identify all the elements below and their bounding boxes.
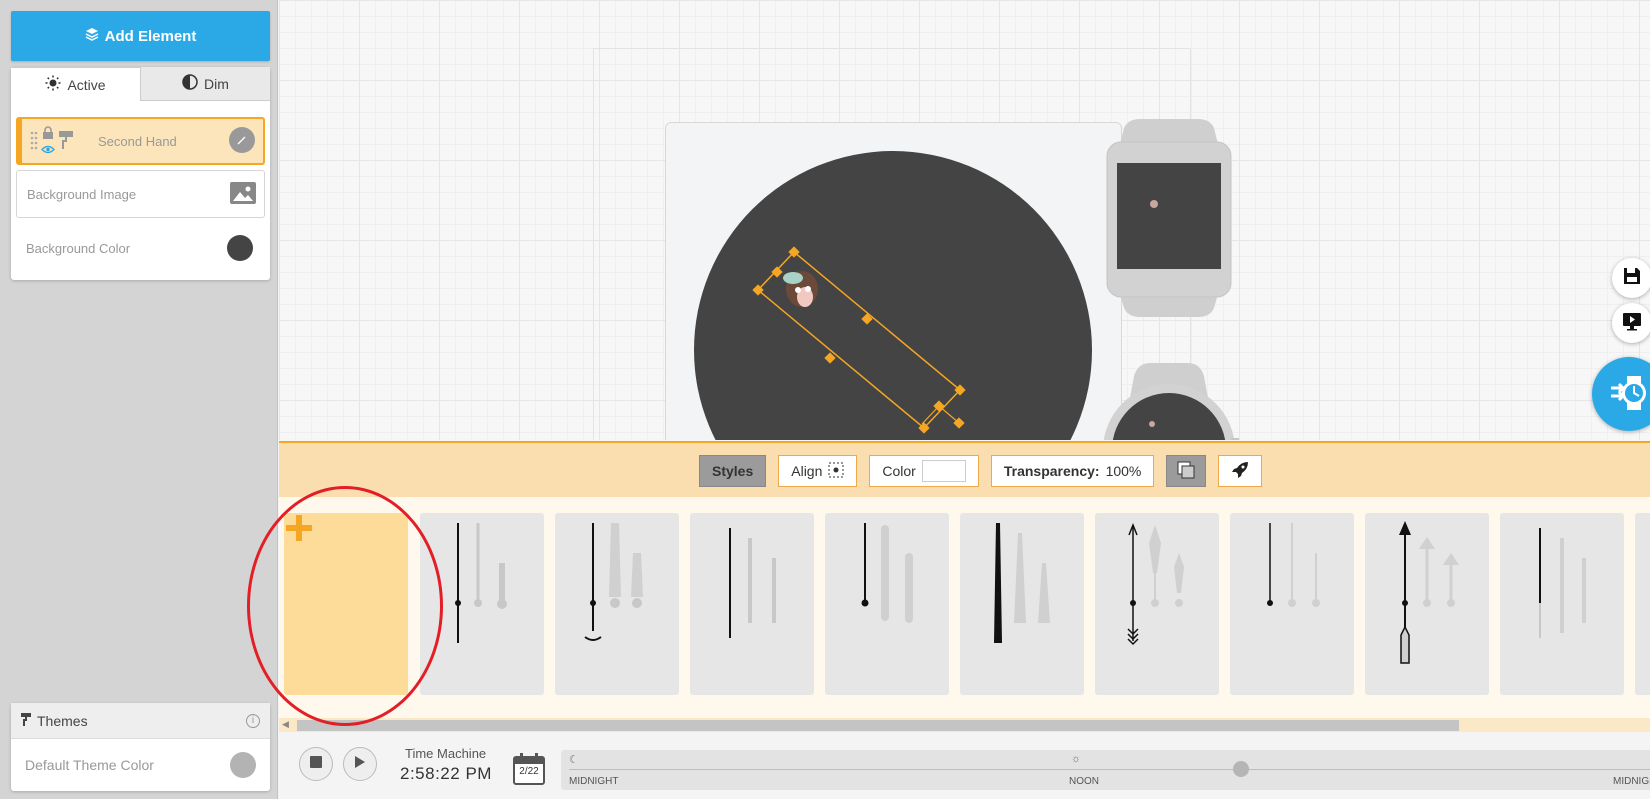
layer-background-image[interactable]: Background Image — [16, 170, 265, 218]
scroll-left-arrow-icon[interactable]: ◀ — [282, 719, 289, 730]
themes-header: Themes i — [11, 703, 270, 739]
current-time: 2:58:22 PM — [400, 764, 492, 783]
paint-roller-icon — [21, 712, 31, 729]
preview-button[interactable] — [1612, 303, 1650, 343]
layer-label: Background Image — [27, 186, 137, 202]
paint-roller-icon[interactable] — [58, 130, 74, 153]
eye-icon[interactable] — [41, 142, 55, 157]
slider-track — [569, 769, 1650, 770]
watch-send-icon — [1607, 370, 1650, 419]
hand-style-option[interactable] — [1230, 513, 1354, 695]
align-center-icon — [828, 462, 844, 481]
left-panel: Add Element Active Dim Second Hand Backg… — [0, 0, 278, 799]
drag-handle-icon[interactable] — [30, 130, 38, 153]
hand-style-option[interactable] — [1635, 513, 1650, 695]
align-button[interactable]: Align — [778, 455, 858, 487]
hand-style-option[interactable] — [420, 513, 544, 695]
sun-icon — [45, 75, 61, 94]
add-element-button[interactable]: Add Element — [11, 11, 270, 61]
default-theme-label: Default Theme Color — [25, 757, 154, 773]
lock-icon[interactable] — [42, 125, 54, 142]
info-icon[interactable]: i — [246, 713, 260, 728]
calendar-date: 2/22 — [519, 766, 539, 777]
mode-tabs: Active Dim — [11, 67, 270, 101]
hand-style-option[interactable] — [555, 513, 679, 695]
noon-label: NOON — [1069, 776, 1099, 787]
hand-style-option[interactable] — [690, 513, 814, 695]
themes-title: Themes — [37, 712, 88, 729]
style-toolbar: Styles Align Color Transparency: 100% — [699, 455, 1263, 487]
round-watch-preview[interactable] — [1094, 362, 1244, 440]
time-slider[interactable]: ☾ ☼ MIDNIGHT NOON MIDNIGHT — [561, 750, 1650, 790]
theme-color-swatch[interactable] — [230, 752, 256, 778]
time-slider-knob[interactable] — [1233, 761, 1249, 777]
color-swatch[interactable] — [921, 460, 966, 482]
image-icon — [230, 181, 256, 207]
time-machine-bar: Time Machine 2:58:22 PM 2/22 ☾ ☼ MIDNIGH… — [279, 732, 1650, 799]
hand-style-option[interactable] — [1365, 513, 1489, 695]
styles-button[interactable]: Styles — [699, 455, 767, 487]
resize-handles[interactable] — [752, 246, 966, 434]
transparency-value: 100% — [1105, 463, 1142, 479]
styles-label: Styles — [712, 463, 754, 479]
add-element-label: Add Element — [104, 27, 197, 45]
square-watch-preview[interactable] — [1104, 118, 1234, 318]
transparency-control[interactable]: Transparency: 100% — [990, 455, 1155, 487]
layer-background-color[interactable]: Background Color — [16, 224, 265, 272]
rocket-icon — [1231, 461, 1249, 482]
design-canvas[interactable] — [279, 0, 1650, 440]
floppy-disk-icon — [1622, 266, 1642, 291]
hand-style-option[interactable] — [960, 513, 1084, 695]
midnight-end-label: MIDNIGHT — [1613, 776, 1650, 787]
play-button[interactable] — [343, 747, 377, 781]
layer-order-button[interactable] — [1166, 455, 1207, 487]
moon-icon: ☾ — [569, 754, 579, 766]
style-toolbar-band: Styles Align Color Transparency: 100% — [279, 441, 1650, 497]
effects-button[interactable] — [1218, 455, 1263, 487]
layer-controls — [22, 125, 98, 157]
second-hand-image[interactable] — [783, 271, 818, 307]
tab-active[interactable]: Active — [11, 67, 141, 101]
layer-label: Second Hand — [98, 133, 177, 149]
default-theme-row[interactable]: Default Theme Color — [11, 739, 270, 791]
half-moon-icon — [182, 74, 198, 93]
color-button[interactable]: Color — [869, 455, 979, 487]
tab-dim-label: Dim — [204, 75, 229, 92]
monitor-play-icon — [1622, 311, 1642, 336]
color-label: Color — [882, 463, 916, 479]
stack-icon — [1177, 461, 1195, 482]
hand-style-picker — [279, 497, 1650, 719]
hand-thumb-icon — [229, 126, 255, 156]
add-custom-hand-button[interactable] — [284, 513, 408, 695]
align-label: Align — [791, 463, 823, 479]
layer-label: Background Color — [26, 240, 131, 256]
tab-dim[interactable]: Dim — [141, 67, 270, 101]
hand-style-option[interactable] — [1500, 513, 1624, 695]
stop-icon — [310, 755, 322, 773]
color-swatch — [227, 235, 253, 261]
transparency-label: Transparency: — [1003, 463, 1100, 479]
save-button[interactable] — [1612, 258, 1650, 298]
time-machine-label: Time Machine — [405, 746, 487, 761]
picker-scrollbar[interactable]: ◀ — [279, 718, 1650, 732]
hand-style-option[interactable] — [825, 513, 949, 695]
calendar-button[interactable]: 2/22 — [512, 752, 546, 786]
layers-panel: Active Dim Second Hand Background Image … — [11, 67, 270, 280]
scroll-thumb[interactable] — [297, 720, 1459, 731]
layers-icon — [85, 27, 99, 45]
themes-panel: Themes i Default Theme Color — [11, 703, 270, 791]
tab-active-label: Active — [67, 76, 106, 93]
lock-visibility-group — [41, 125, 55, 157]
layer-second-hand[interactable]: Second Hand — [16, 117, 265, 165]
play-icon — [354, 755, 366, 774]
selected-hand-overlay[interactable] — [279, 0, 1650, 440]
sun-icon: ☼ — [1071, 753, 1082, 765]
stop-button[interactable] — [299, 747, 333, 781]
midnight-label: MIDNIGHT — [569, 776, 619, 787]
hand-style-option[interactable] — [1095, 513, 1219, 695]
